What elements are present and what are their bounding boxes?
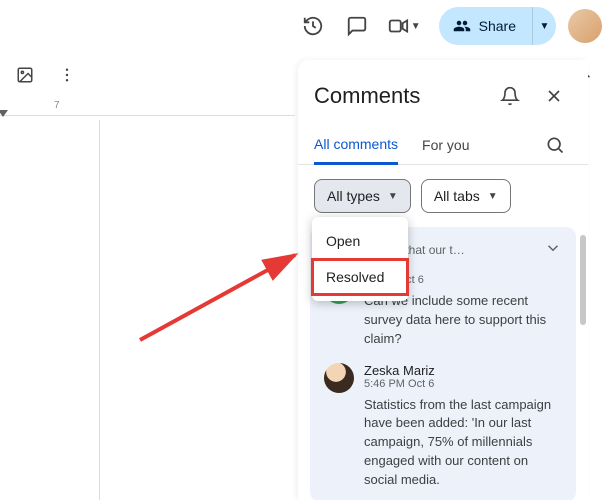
comment-body: Statistics from the last campaign have b… — [364, 396, 562, 490]
scrollbar-thumb[interactable] — [580, 235, 586, 325]
annotation-arrow — [120, 230, 310, 350]
tab-for-you[interactable]: For you — [422, 127, 469, 163]
dropdown-item-open[interactable]: Open — [312, 223, 408, 259]
caret-down-icon: ▼ — [488, 191, 498, 202]
filter-tabs-chip[interactable]: All tabs ▼ — [421, 179, 511, 213]
caret-down-icon: ▼ — [388, 191, 398, 202]
history-icon[interactable] — [293, 6, 333, 46]
more-icon[interactable] — [50, 58, 84, 92]
expand-icon[interactable] — [544, 239, 562, 260]
comment-icon[interactable] — [337, 6, 377, 46]
search-icon[interactable] — [538, 128, 572, 162]
top-app-bar: ▼ Share ▼ — [0, 0, 610, 52]
ruler: 7 — [0, 98, 295, 116]
close-icon[interactable] — [536, 78, 572, 114]
filter-types-label: All types — [327, 188, 380, 204]
share-button[interactable]: Share — [439, 7, 532, 45]
tabs: All comments For you — [298, 126, 588, 165]
panel-title: Comments — [314, 83, 484, 109]
caret-down-icon: ▼ — [411, 21, 421, 32]
ruler-tick-7: 7 — [54, 100, 60, 111]
filter-tabs-label: All tabs — [434, 188, 480, 204]
document-page[interactable] — [0, 120, 100, 500]
comment-time: 5:46 PM Oct 6 — [364, 378, 562, 390]
commenter-avatar — [324, 363, 354, 393]
share-label: Share — [479, 18, 516, 34]
account-avatar[interactable] — [568, 9, 602, 43]
meet-button[interactable]: ▼ — [381, 6, 427, 46]
comment-entry: Zeska Mariz 5:46 PM Oct 6 Statistics fro… — [324, 363, 562, 490]
filter-row: All types ▼ All tabs ▼ Open Resolved — [298, 165, 588, 227]
ruler-indent-marker[interactable] — [0, 110, 8, 117]
notifications-icon[interactable] — [492, 78, 528, 114]
insert-image-icon[interactable] — [8, 58, 42, 92]
comments-panel: Comments All comments For you All types … — [298, 60, 588, 500]
dropdown-item-resolved[interactable]: Resolved — [312, 259, 408, 295]
share-dropdown-button[interactable]: ▼ — [532, 7, 556, 45]
filter-types-chip[interactable]: All types ▼ — [314, 179, 411, 213]
types-dropdown: Open Resolved — [312, 217, 408, 301]
tab-all-comments[interactable]: All comments — [314, 126, 398, 165]
commenter-name: Zeska Mariz — [364, 363, 562, 378]
people-icon — [453, 17, 471, 35]
